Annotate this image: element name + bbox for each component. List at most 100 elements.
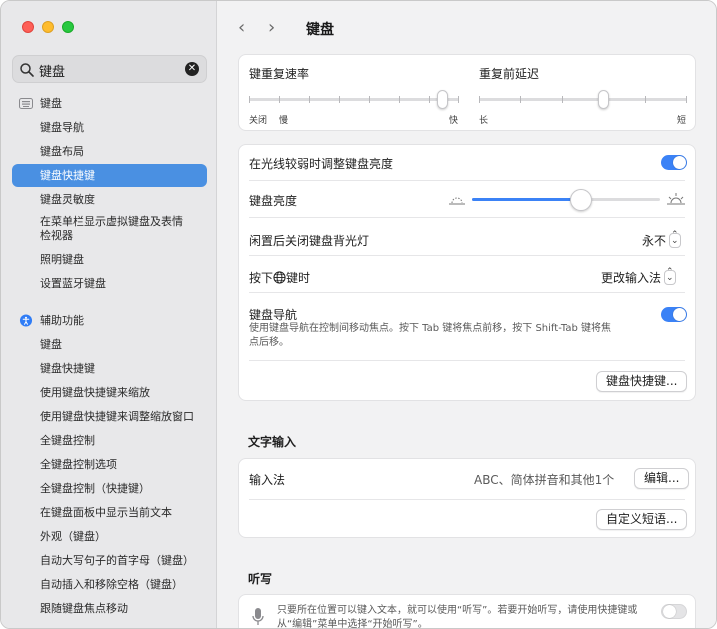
sidebar-item-full-keyboard-shortcuts[interactable]: 全键盘控制（快捷键） — [12, 477, 207, 500]
sidebar-item-current-text[interactable]: 在键盘面板中显示当前文本 — [12, 501, 207, 524]
sidebar-item-accessibility-group[interactable]: 辅助功能 — [12, 309, 207, 332]
navigation-buttons: ‹ › — [238, 17, 298, 38]
main-pane: ‹ › 键盘 键重复速率 重复前延迟 关闭 慢 快 长 短 在光线较弱时调整键盘… — [218, 1, 716, 629]
tick-label-off: 关闭 — [249, 116, 268, 126]
slider-knob[interactable] — [570, 189, 593, 211]
search-icon — [20, 63, 34, 77]
sidebar-item-acc-keyboard-shortcuts[interactable]: 键盘快捷键 — [12, 357, 207, 380]
sidebar-item-backlit-keyboard[interactable]: 照明键盘 — [12, 248, 207, 271]
edit-input-sources-button[interactable]: 编辑... — [634, 468, 690, 489]
adjust-brightness-toggle[interactable] — [661, 155, 687, 170]
keyboard-navigation-label: 键盘导航 — [249, 308, 298, 322]
chevron-updown-icon — [664, 267, 677, 285]
key-repeat-card: 键重复速率 重复前延迟 关闭 慢 快 长 短 — [238, 54, 696, 131]
clear-search-icon[interactable]: ✕ — [185, 62, 199, 76]
sidebar: 键盘 ✕ 键盘 键盘导航 键盘布局 键盘快捷键 键盘灵敏度 在菜单栏显示虚拟键盘… — [1, 1, 217, 628]
page-title: 键盘 — [306, 22, 334, 38]
tick-label-fast: 快 — [449, 116, 459, 126]
sidebar-item-keyboard-shortcuts[interactable]: 键盘快捷键 — [12, 164, 207, 187]
divider — [249, 360, 685, 361]
text-input-card: 输入法 ABC、简体拼音和其他1个 编辑... 自定义短语... — [238, 458, 696, 538]
forward-button[interactable]: › — [268, 17, 298, 38]
dictation-section-title: 听写 — [248, 572, 273, 586]
globe-label-post: 键时 — [286, 271, 311, 285]
keyboard-settings-card: 在光线较弱时调整键盘亮度 键盘亮度 闲置后关闭键盘背光灯 永不⌃ ⌄ 按下 键时… — [238, 144, 696, 401]
sidebar-item-label: 全键盘控制 — [40, 434, 95, 447]
backlight-off-popup[interactable]: 永不 — [642, 230, 682, 249]
settings-window: 键盘 ✕ 键盘 键盘导航 键盘布局 键盘快捷键 键盘灵敏度 在菜单栏显示虚拟键盘… — [0, 0, 717, 629]
sidebar-item-label: 自动大写句子的首字母（键盘） — [40, 554, 194, 567]
sidebar-item-keyboard-navigation[interactable]: 键盘导航 — [12, 116, 207, 139]
sidebar-item-label: 全键盘控制选项 — [40, 458, 117, 471]
divider — [249, 499, 685, 500]
sidebar-item-acc-keyboard[interactable]: 键盘 — [12, 333, 207, 356]
divider — [249, 180, 685, 181]
sidebar-item-label: 跟随键盘焦点移动 — [40, 602, 128, 615]
keyboard-shortcuts-button[interactable]: 键盘快捷键... — [596, 371, 688, 392]
sidebar-item-zoom-window-shortcuts[interactable]: 使用键盘快捷键来调整缩放窗口 — [12, 405, 207, 428]
backlight-off-label: 闲置后关闭键盘背光灯 — [249, 234, 370, 248]
dictation-toggle[interactable] — [661, 604, 687, 619]
slider-knob[interactable] — [436, 90, 448, 109]
keyboard-icon — [19, 98, 33, 109]
back-button[interactable]: ‹ — [238, 17, 268, 38]
sidebar-item-keyboard-group[interactable]: 键盘 — [12, 92, 207, 115]
globe-icon — [273, 271, 286, 284]
sidebar-item-full-keyboard-access[interactable]: 全键盘控制 — [12, 429, 207, 452]
zoom-window-button[interactable] — [62, 21, 74, 33]
sidebar-item-auto-spaces[interactable]: 自动插入和移除空格（键盘） — [12, 573, 207, 596]
slider-knob[interactable] — [598, 90, 610, 109]
sidebar-item-label: 外观（键盘） — [40, 530, 106, 543]
sidebar-item-bluetooth-keyboard[interactable]: 设置蓝牙键盘 — [12, 272, 207, 295]
globe-label-pre: 按下 — [249, 271, 274, 285]
sidebar-item-label: 键盘快捷键 — [40, 362, 95, 375]
keyboard-navigation-toggle[interactable] — [661, 307, 687, 322]
sidebar-item-follow-focus[interactable]: 跟随键盘焦点移动 — [12, 597, 207, 620]
tick-label-long: 长 — [479, 116, 489, 126]
tick-label-short: 短 — [677, 116, 687, 126]
brightness-high-icon — [667, 193, 685, 205]
keyboard-brightness-slider[interactable] — [472, 188, 660, 212]
input-sources-label: 输入法 — [249, 473, 286, 487]
adjust-brightness-label: 在光线较弱时调整键盘亮度 — [249, 157, 394, 171]
dictation-description: 只要所在位置可以键入文本，就可以使用“听写”。若要开始听写，请使用快捷键或从“编… — [277, 605, 638, 629]
globe-key-label: 按下 键时 — [249, 269, 310, 286]
text-input-section-title: 文字输入 — [248, 435, 297, 449]
slider-fill — [472, 198, 582, 201]
divider — [249, 255, 685, 256]
minimize-window-button[interactable] — [42, 21, 54, 33]
divider — [249, 217, 685, 218]
keyboard-navigation-description: 使用键盘导航在控制间移动焦点。按下 Tab 键将焦点前移，按下 Shift-Ta… — [249, 323, 611, 348]
microphone-icon — [252, 608, 264, 625]
brightness-low-icon — [449, 197, 465, 205]
sidebar-item-label: 在键盘面板中显示当前文本 — [40, 506, 172, 519]
sidebar-item-keyboard-sensitivity[interactable]: 键盘灵敏度 — [12, 188, 207, 211]
chevron-updown-icon — [669, 230, 682, 248]
sidebar-item-label: 自动插入和移除空格（键盘） — [40, 578, 183, 591]
search-input[interactable]: 键盘 — [39, 61, 65, 80]
divider — [249, 292, 685, 293]
search-field[interactable]: 键盘 ✕ — [12, 55, 207, 83]
sidebar-item-show-keyboard-viewer[interactable]: 在菜单栏显示虚拟键盘及表情检视器 — [12, 212, 207, 246]
sidebar-item-keyboard-layout[interactable]: 键盘布局 — [12, 140, 207, 163]
sidebar-item-zoom-shortcuts[interactable]: 使用键盘快捷键来缩放 — [12, 381, 207, 404]
close-window-button[interactable] — [22, 21, 34, 33]
sidebar-item-label: 键盘 — [40, 338, 62, 351]
sidebar-item-appearance-keyboard[interactable]: 外观（键盘） — [12, 525, 207, 548]
keyboard-brightness-label: 键盘亮度 — [249, 194, 298, 208]
popup-value: 更改输入法 — [601, 271, 662, 285]
sidebar-item-label: 使用键盘快捷键来缩放 — [40, 386, 150, 399]
sidebar-item-label: 设置蓝牙键盘 — [40, 277, 106, 290]
sidebar-item-label: 键盘导航 — [40, 121, 84, 134]
sidebar-item-label: 在菜单栏显示虚拟键盘及表情检视器 — [40, 215, 183, 242]
sidebar-item-label: 键盘布局 — [40, 145, 84, 158]
globe-key-popup[interactable]: 更改输入法 — [601, 267, 677, 286]
delay-until-repeat-slider[interactable] — [479, 88, 687, 112]
sidebar-item-label: 使用键盘快捷键来调整缩放窗口 — [40, 410, 194, 423]
accessibility-icon — [19, 314, 33, 327]
sidebar-item-full-keyboard-options[interactable]: 全键盘控制选项 — [12, 453, 207, 476]
key-repeat-rate-slider[interactable] — [249, 88, 459, 112]
sidebar-item-label: 键盘快捷键 — [40, 169, 95, 182]
text-replacements-button[interactable]: 自定义短语... — [596, 509, 688, 530]
sidebar-item-auto-capitalize[interactable]: 自动大写句子的首字母（键盘） — [12, 549, 207, 572]
